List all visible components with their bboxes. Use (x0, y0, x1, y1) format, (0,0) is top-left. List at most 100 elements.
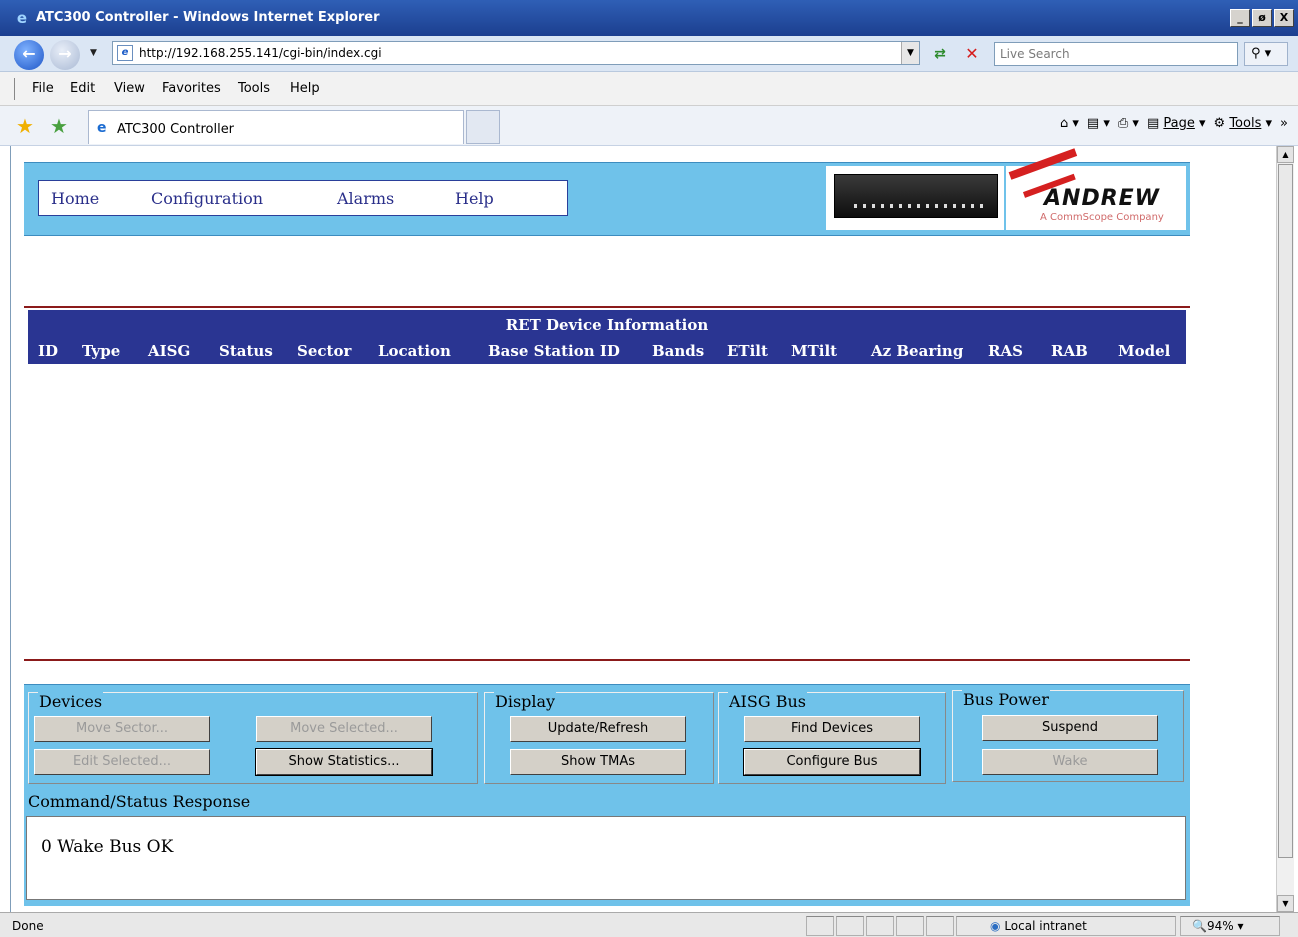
refresh-button[interactable]: ⇄ (928, 43, 952, 65)
zone-text: ◉ Local intranet (990, 919, 1087, 933)
edit-selected-button[interactable]: Edit Selected... (34, 749, 210, 775)
scroll-thumb[interactable] (1278, 164, 1293, 858)
col-mtilt[interactable]: MTilt (791, 342, 837, 360)
back-button[interactable]: ← (14, 40, 44, 70)
configure-bus-button[interactable]: Configure Bus (743, 748, 921, 776)
col-rab[interactable]: RAB (1051, 342, 1088, 360)
favorites-star-icon[interactable]: ★ (16, 114, 34, 138)
table-caption: RET Device Information (505, 316, 709, 334)
move-selected-button[interactable]: Move Selected... (256, 716, 432, 742)
history-dropdown-icon[interactable]: ▼ (90, 48, 97, 58)
minimize-button[interactable]: _ (1230, 9, 1250, 27)
menu-bar: File Edit View Favorites Tools Help (0, 72, 1298, 106)
tab-atc300[interactable]: e ATC300 Controller (88, 110, 464, 144)
search-icon: ⚲ (1251, 46, 1261, 61)
device-chassis (834, 174, 998, 218)
title-bar: e ATC300 Controller - Windows Internet E… (0, 0, 1298, 36)
zone-label: Local intranet (1004, 919, 1087, 933)
logo-tagline: A CommScope Company (1040, 212, 1164, 223)
window-title: ATC300 Controller - Windows Internet Exp… (36, 10, 380, 25)
menu-tools[interactable]: Tools (238, 81, 270, 96)
new-tab-button[interactable] (466, 110, 500, 144)
menu-view[interactable]: View (114, 81, 145, 96)
logo-name: ANDREW (1044, 186, 1160, 211)
response-label: Command/Status Response (28, 792, 251, 811)
display-group-label: Display (494, 692, 557, 711)
nav-help[interactable]: Help (455, 189, 494, 208)
col-aisg[interactable]: AISG (148, 342, 190, 360)
ie-page-icon: e (97, 120, 107, 136)
menu-favorites[interactable]: Favorites (162, 81, 221, 96)
devices-group-label: Devices (38, 692, 104, 711)
find-devices-button[interactable]: Find Devices (744, 716, 920, 742)
tools-menu-label: Tools (1229, 116, 1262, 131)
zoom-value: 94% (1206, 919, 1234, 933)
url-dropdown-icon[interactable]: ▼ (901, 42, 919, 64)
close-button[interactable]: X (1274, 9, 1294, 27)
status-cell (866, 916, 894, 936)
response-text: 0 Wake Bus OK (41, 837, 174, 857)
scroll-down-icon[interactable]: ▼ (1277, 895, 1294, 912)
col-type[interactable]: Type (82, 342, 120, 360)
gear-icon: ⚙ (1213, 116, 1226, 131)
col-sector[interactable]: Sector (297, 342, 351, 360)
suspend-button[interactable]: Suspend (982, 715, 1158, 741)
url-field[interactable]: e http://192.168.255.141/cgi-bin/index.c… (112, 41, 920, 65)
home-icon[interactable]: ⌂ ▾ (1060, 116, 1079, 131)
device-leds (854, 204, 984, 208)
col-model[interactable]: Model (1118, 342, 1170, 360)
tools-menu[interactable]: ⚙ Tools ▾ (1214, 116, 1273, 131)
col-az-bearing[interactable]: Az Bearing (871, 342, 963, 360)
nav-configuration[interactable]: Configuration (151, 189, 263, 208)
update-refresh-button[interactable]: Update/Refresh (510, 716, 686, 742)
col-location[interactable]: Location (378, 342, 451, 360)
page-menu-icon: ▤ (1146, 116, 1160, 131)
intranet-icon: ◉ (990, 919, 1001, 933)
col-ras[interactable]: RAS (988, 342, 1023, 360)
col-etilt[interactable]: ETilt (727, 342, 768, 360)
search-input[interactable]: Live Search (994, 42, 1238, 66)
status-cell (926, 916, 954, 936)
ret-device-table-header: RET Device Information ID Type AISG Stat… (28, 310, 1186, 364)
col-bands[interactable]: Bands (652, 342, 704, 360)
add-favorites-icon[interactable]: ★ (50, 114, 68, 138)
show-statistics-button[interactable]: Show Statistics... (255, 748, 433, 776)
search-placeholder: Live Search (1000, 47, 1070, 61)
vertical-scrollbar[interactable]: ▲ ▼ (1276, 146, 1294, 912)
stop-button[interactable]: ✕ (960, 43, 984, 65)
toolbar-grip (14, 78, 16, 100)
menu-edit[interactable]: Edit (70, 81, 95, 96)
search-button[interactable]: ⚲ ▾ (1244, 42, 1288, 66)
chevron-more-icon[interactable]: » (1280, 116, 1288, 131)
window-controls: _ ø X (1230, 9, 1294, 27)
col-id[interactable]: ID (38, 342, 58, 360)
tab-bar: ★ ★ e ATC300 Controller ⌂ ▾ ▤ ▾ ⎙ ▾ ▤ Pa… (0, 106, 1298, 146)
menu-file[interactable]: File (32, 81, 54, 96)
bus-power-group-label: Bus Power (962, 690, 1050, 709)
status-cell (806, 916, 834, 936)
ie-icon: e (16, 9, 28, 27)
menu-help[interactable]: Help (290, 81, 320, 96)
page-icon: e (117, 45, 133, 61)
url-text: http://192.168.255.141/cgi-bin/index.cgi (139, 46, 382, 60)
wake-button[interactable]: Wake (982, 749, 1158, 775)
show-tmas-button[interactable]: Show TMAs (510, 749, 686, 775)
status-cell (896, 916, 924, 936)
tab-label: ATC300 Controller (117, 122, 235, 137)
feeds-icon[interactable]: ▤ ▾ (1087, 116, 1110, 131)
restore-button[interactable]: ø (1252, 9, 1272, 27)
col-base-station-id[interactable]: Base Station ID (488, 342, 620, 360)
site-nav: Home Configuration Alarms Help (38, 180, 568, 216)
zoom-level[interactable]: 🔍94% ▾ (1192, 919, 1243, 933)
print-icon[interactable]: ⎙ ▾ (1118, 116, 1139, 131)
nav-home[interactable]: Home (51, 189, 99, 208)
forward-button[interactable]: → (50, 40, 80, 70)
command-bar: ⌂ ▾ ▤ ▾ ⎙ ▾ ▤ Page ▾ ⚙ Tools ▾ » (1060, 116, 1288, 131)
scroll-up-icon[interactable]: ▲ (1277, 146, 1294, 163)
page-menu[interactable]: ▤ Page ▾ (1147, 116, 1206, 131)
move-sector-button[interactable]: Move Sector... (34, 716, 210, 742)
status-cell (836, 916, 864, 936)
nav-alarms[interactable]: Alarms (337, 189, 394, 208)
col-status[interactable]: Status (219, 342, 273, 360)
status-bar: Done ◉ Local intranet 🔍94% ▾ (0, 912, 1298, 937)
